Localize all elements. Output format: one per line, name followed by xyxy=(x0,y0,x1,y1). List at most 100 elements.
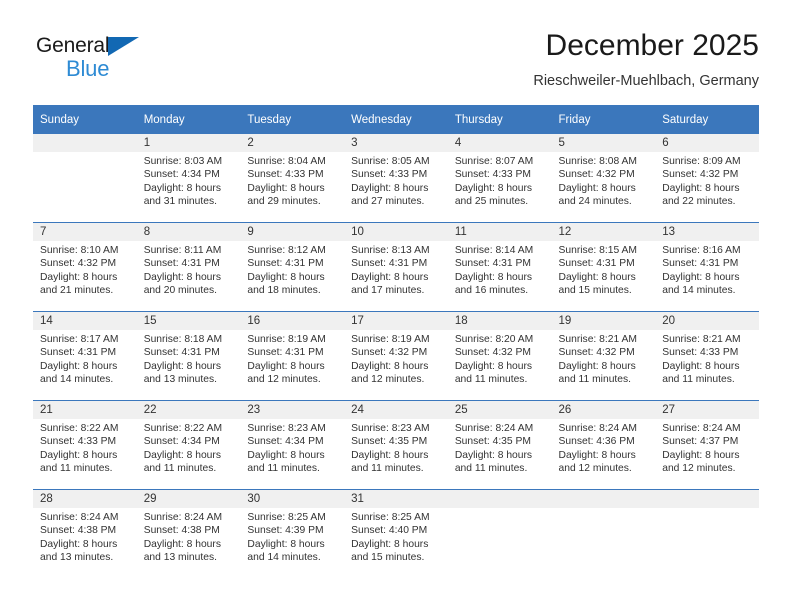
day-number: 28 xyxy=(33,490,137,508)
sunset-time: Sunset: 4:32 PM xyxy=(558,347,635,359)
day-cell[interactable]: 25 Sunrise: 8:24 AM Sunset: 4:35 PM Dayligh… xyxy=(447,401,552,489)
sunset-time: Sunset: 4:33 PM xyxy=(247,169,324,181)
page-title: December 2025 xyxy=(545,29,759,62)
daylight-duration-line1: Daylight: 8 hours xyxy=(143,449,221,461)
daylight-duration-line2: and 11 minutes. xyxy=(454,373,528,385)
calendar-cell: 9 Sunrise: 8:12 AM Sunset: 4:31 PM Daylight… xyxy=(240,222,345,312)
day-cell[interactable]: 22 Sunrise: 8:22 AM Sunset: 4:34 PM Dayligh… xyxy=(136,401,241,489)
day-number: 4 xyxy=(447,134,552,152)
day-cell[interactable]: 11 Sunrise: 8:14 AM Sunset: 4:31 PM Dayligh… xyxy=(447,223,552,311)
day-cell[interactable]: 8 Sunrise: 8:11 AM Sunset: 4:31 PM Daylight… xyxy=(136,223,241,311)
calendar-body: 1 Sunrise: 8:03 AM Sunset: 4:34 PM Daylight… xyxy=(33,134,759,578)
calendar-cell xyxy=(655,489,759,578)
day-details: Sunrise: 8:24 AM Sunset: 4:38 PM Daylight:… xyxy=(33,508,137,564)
daylight-duration-line1: Daylight: 8 hours xyxy=(351,271,429,283)
sunset-time: Sunset: 4:31 PM xyxy=(143,347,220,359)
day-cell[interactable]: 17 Sunrise: 8:19 AM Sunset: 4:32 PM Dayligh… xyxy=(344,312,448,400)
daylight-duration-line2: and 11 minutes. xyxy=(143,462,217,474)
day-details: Sunrise: 8:22 AM Sunset: 4:34 PM Daylight:… xyxy=(137,419,241,475)
calendar-cell xyxy=(33,134,137,223)
day-cell[interactable]: 20 Sunrise: 8:21 AM Sunset: 4:33 PM Dayligh… xyxy=(655,312,759,400)
day-number: 1 xyxy=(136,134,241,152)
day-cell[interactable]: 26 Sunrise: 8:24 AM Sunset: 4:36 PM Dayligh… xyxy=(551,401,656,489)
daylight-duration-line2: and 24 minutes. xyxy=(558,195,632,207)
day-number: 25 xyxy=(447,401,552,419)
daylight-duration-line1: Daylight: 8 hours xyxy=(351,449,429,461)
day-details: Sunrise: 8:25 AM Sunset: 4:40 PM Daylight:… xyxy=(344,508,448,564)
day-details: Sunrise: 8:17 AM Sunset: 4:31 PM Daylight:… xyxy=(33,330,137,386)
sunset-time: Sunset: 4:32 PM xyxy=(454,347,531,359)
day-cell[interactable]: 7 Sunrise: 8:10 AM Sunset: 4:32 PM Daylight… xyxy=(33,223,137,311)
calendar-cell: 8 Sunrise: 8:11 AM Sunset: 4:31 PM Daylight… xyxy=(136,222,241,312)
day-number: 26 xyxy=(551,401,656,419)
day-cell[interactable]: 5 Sunrise: 8:08 AM Sunset: 4:32 PM Daylight… xyxy=(551,134,656,222)
sunset-time: Sunset: 4:32 PM xyxy=(662,169,739,181)
sunrise-time: Sunrise: 8:24 AM xyxy=(143,512,223,523)
day-cell[interactable]: 18 Sunrise: 8:20 AM Sunset: 4:32 PM Dayligh… xyxy=(447,312,552,400)
daylight-duration-line1: Daylight: 8 hours xyxy=(143,271,221,283)
day-details: Sunrise: 8:20 AM Sunset: 4:32 PM Daylight:… xyxy=(448,330,552,386)
calendar-header-row: Sunday Monday Tuesday Wednesday Thursday… xyxy=(33,105,759,134)
day-cell[interactable]: 3 Sunrise: 8:05 AM Sunset: 4:33 PM Daylight… xyxy=(344,134,448,222)
sunset-time: Sunset: 4:33 PM xyxy=(351,169,428,181)
calendar-cell: 19 Sunrise: 8:21 AM Sunset: 4:32 PM Dayligh… xyxy=(551,311,656,401)
sunset-time: Sunset: 4:31 PM xyxy=(351,258,428,270)
general-blue-logo[interactable]: General Blue xyxy=(36,34,196,90)
day-cell[interactable]: 31 Sunrise: 8:25 AM Sunset: 4:40 PM Dayligh… xyxy=(344,490,448,578)
daylight-duration-line2: and 11 minutes. xyxy=(454,462,528,474)
day-details: Sunrise: 8:11 AM Sunset: 4:31 PM Daylight:… xyxy=(137,241,241,297)
day-details: Sunrise: 8:24 AM Sunset: 4:38 PM Daylight:… xyxy=(137,508,241,564)
page-subtitle: Rieschweiler-Muehlbach, Germany xyxy=(533,73,759,89)
day-cell[interactable]: 19 Sunrise: 8:21 AM Sunset: 4:32 PM Dayligh… xyxy=(551,312,656,400)
daylight-duration-line1: Daylight: 8 hours xyxy=(247,538,325,550)
daylight-duration-line1: Daylight: 8 hours xyxy=(662,449,740,461)
day-cell[interactable]: 10 Sunrise: 8:13 AM Sunset: 4:31 PM Dayligh… xyxy=(344,223,448,311)
calendar-cell: 7 Sunrise: 8:10 AM Sunset: 4:32 PM Daylight… xyxy=(33,222,137,312)
sunrise-time: Sunrise: 8:24 AM xyxy=(662,423,741,434)
day-cell[interactable]: 23 Sunrise: 8:23 AM Sunset: 4:34 PM Dayligh… xyxy=(240,401,345,489)
daylight-duration-line2: and 14 minutes. xyxy=(40,373,114,385)
day-details: Sunrise: 8:19 AM Sunset: 4:32 PM Daylight:… xyxy=(344,330,448,386)
day-cell[interactable]: 29 Sunrise: 8:24 AM Sunset: 4:38 PM Dayligh… xyxy=(136,490,241,578)
day-cell-empty xyxy=(447,490,552,578)
sunrise-time: Sunrise: 8:24 AM xyxy=(40,512,119,523)
daylight-duration-line1: Daylight: 8 hours xyxy=(247,182,325,194)
weekday-header-tuesday: Tuesday xyxy=(240,105,345,134)
calendar-cell: 23 Sunrise: 8:23 AM Sunset: 4:34 PM Dayligh… xyxy=(240,400,345,490)
day-cell[interactable]: 14 Sunrise: 8:17 AM Sunset: 4:31 PM Dayligh… xyxy=(33,312,137,400)
day-number: 13 xyxy=(655,223,759,241)
sunrise-time: Sunrise: 8:17 AM xyxy=(40,334,119,345)
weekday-header-sunday: Sunday xyxy=(33,105,137,134)
day-cell[interactable]: 28 Sunrise: 8:24 AM Sunset: 4:38 PM Dayligh… xyxy=(33,490,137,578)
sunrise-time: Sunrise: 8:22 AM xyxy=(40,423,119,434)
day-cell[interactable]: 15 Sunrise: 8:18 AM Sunset: 4:31 PM Dayligh… xyxy=(136,312,241,400)
day-cell[interactable]: 12 Sunrise: 8:15 AM Sunset: 4:31 PM Dayligh… xyxy=(551,223,656,311)
day-details: Sunrise: 8:18 AM Sunset: 4:31 PM Daylight:… xyxy=(137,330,241,386)
calendar-cell: 15 Sunrise: 8:18 AM Sunset: 4:31 PM Dayligh… xyxy=(136,311,241,401)
day-cell[interactable]: 1 Sunrise: 8:03 AM Sunset: 4:34 PM Daylight… xyxy=(136,134,241,222)
day-cell[interactable]: 21 Sunrise: 8:22 AM Sunset: 4:33 PM Dayligh… xyxy=(33,401,137,489)
day-number: 30 xyxy=(240,490,345,508)
day-cell[interactable]: 24 Sunrise: 8:23 AM Sunset: 4:35 PM Dayligh… xyxy=(344,401,448,489)
day-number: 23 xyxy=(240,401,345,419)
daylight-duration-line1: Daylight: 8 hours xyxy=(454,182,533,194)
sunrise-time: Sunrise: 8:25 AM xyxy=(247,512,326,523)
day-cell[interactable]: 30 Sunrise: 8:25 AM Sunset: 4:39 PM Dayligh… xyxy=(240,490,345,578)
day-cell[interactable]: 13 Sunrise: 8:16 AM Sunset: 4:31 PM Dayligh… xyxy=(655,223,759,311)
calendar-cell: 22 Sunrise: 8:22 AM Sunset: 4:34 PM Dayligh… xyxy=(136,400,241,490)
sunset-time: Sunset: 4:31 PM xyxy=(662,258,739,270)
sunrise-time: Sunrise: 8:24 AM xyxy=(558,423,637,434)
day-cell[interactable]: 16 Sunrise: 8:19 AM Sunset: 4:31 PM Dayligh… xyxy=(240,312,345,400)
day-cell[interactable]: 27 Sunrise: 8:24 AM Sunset: 4:37 PM Dayligh… xyxy=(655,401,759,489)
day-cell[interactable]: 6 Sunrise: 8:09 AM Sunset: 4:32 PM Daylight… xyxy=(655,134,759,222)
calendar-cell: 26 Sunrise: 8:24 AM Sunset: 4:36 PM Dayligh… xyxy=(551,400,656,490)
day-cell[interactable]: 2 Sunrise: 8:04 AM Sunset: 4:33 PM Daylight… xyxy=(240,134,345,222)
logo-text-general: General xyxy=(36,34,110,57)
weekday-header-wednesday: Wednesday xyxy=(344,105,448,134)
sunset-time: Sunset: 4:39 PM xyxy=(247,525,324,537)
weekday-header-saturday: Saturday xyxy=(655,105,759,134)
day-cell[interactable]: 9 Sunrise: 8:12 AM Sunset: 4:31 PM Daylight… xyxy=(240,223,345,311)
day-cell[interactable]: 4 Sunrise: 8:07 AM Sunset: 4:33 PM Daylight… xyxy=(447,134,552,222)
calendar-cell: 4 Sunrise: 8:07 AM Sunset: 4:33 PM Daylight… xyxy=(447,134,552,223)
sunrise-time: Sunrise: 8:16 AM xyxy=(662,245,741,256)
